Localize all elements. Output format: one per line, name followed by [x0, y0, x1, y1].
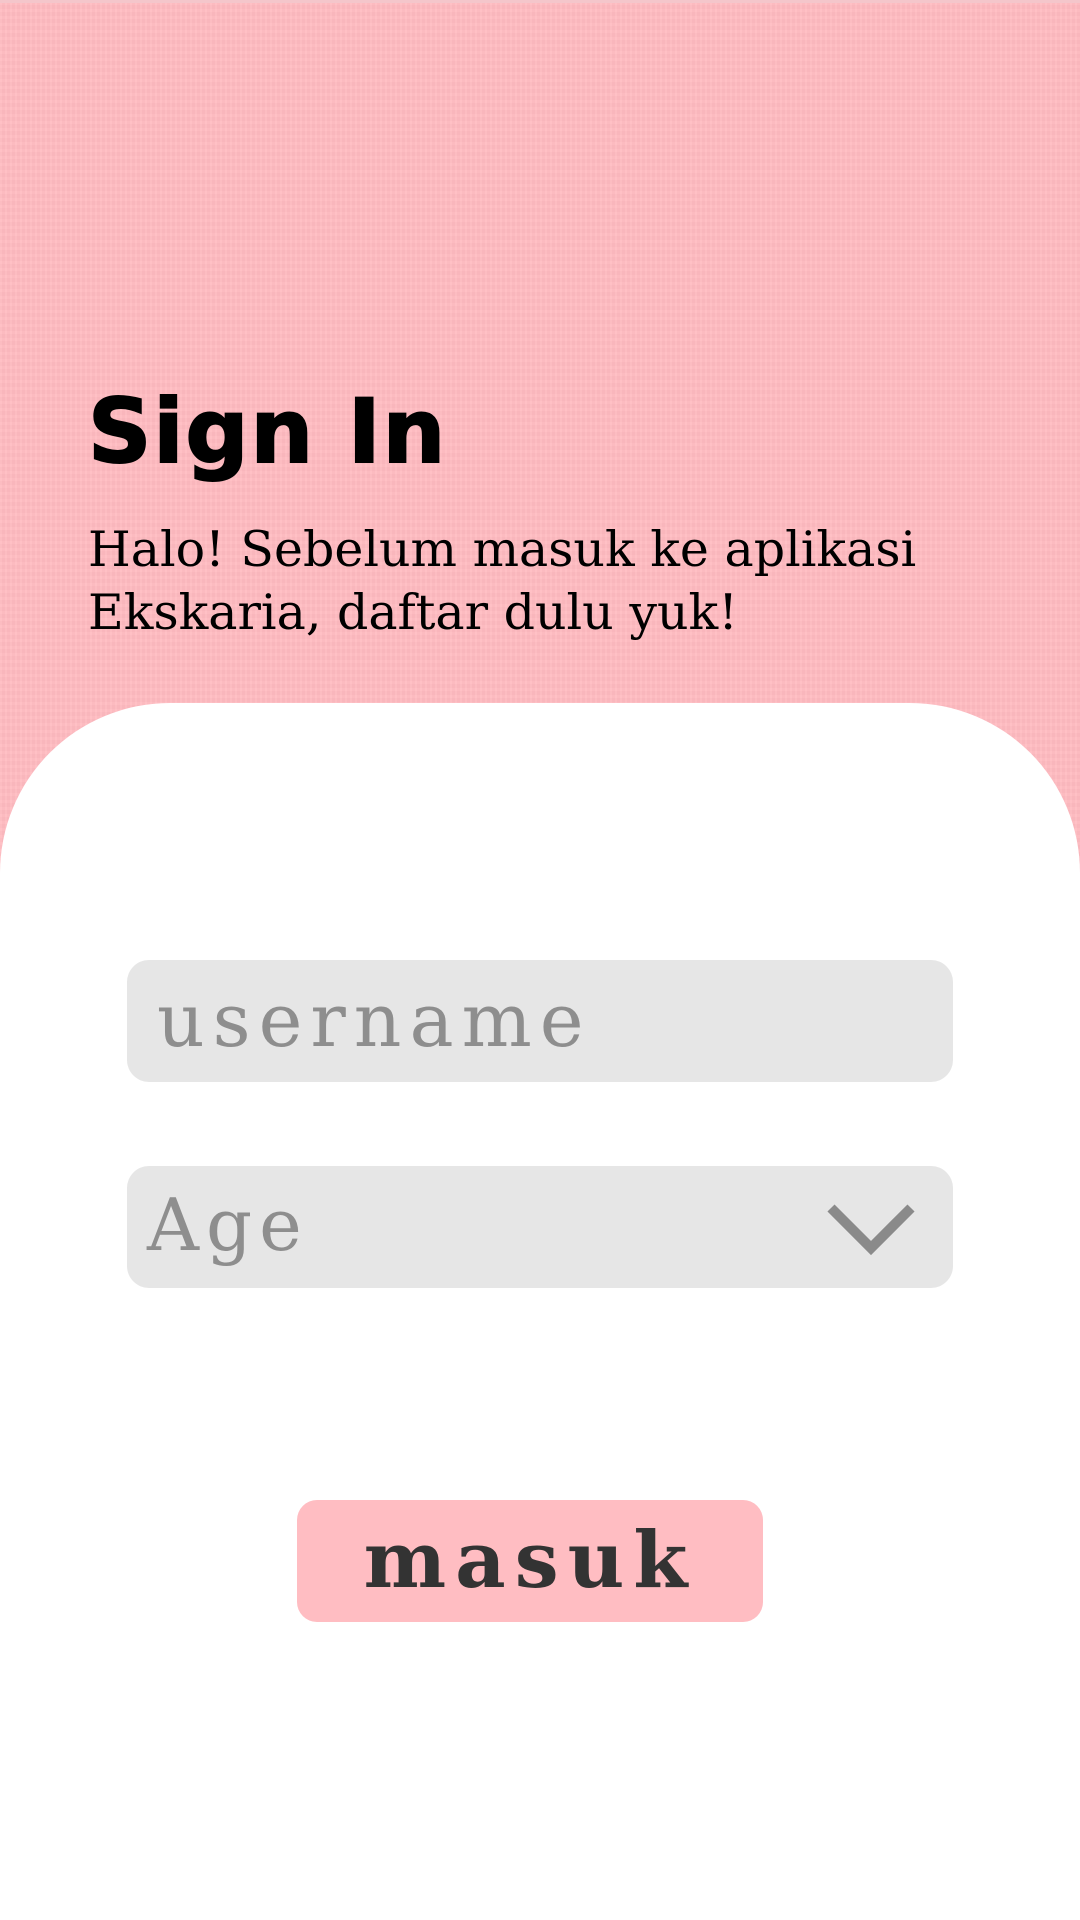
page-title: Sign In	[87, 380, 448, 483]
masuk-button[interactable]: masuk	[297, 1500, 763, 1622]
chevron-down-icon	[827, 1204, 915, 1256]
age-select[interactable]: Age	[127, 1166, 953, 1288]
age-select-label: Age	[147, 1183, 309, 1267]
username-input[interactable]	[127, 960, 953, 1082]
form-card	[0, 703, 1080, 1920]
page-subtitle: Halo! Sebelum masuk ke aplikasi Ekskaria…	[88, 521, 917, 641]
sign-in-screen: Sign In Halo! Sebelum masuk ke aplikasi …	[0, 0, 1080, 1920]
username-field	[127, 960, 953, 1082]
